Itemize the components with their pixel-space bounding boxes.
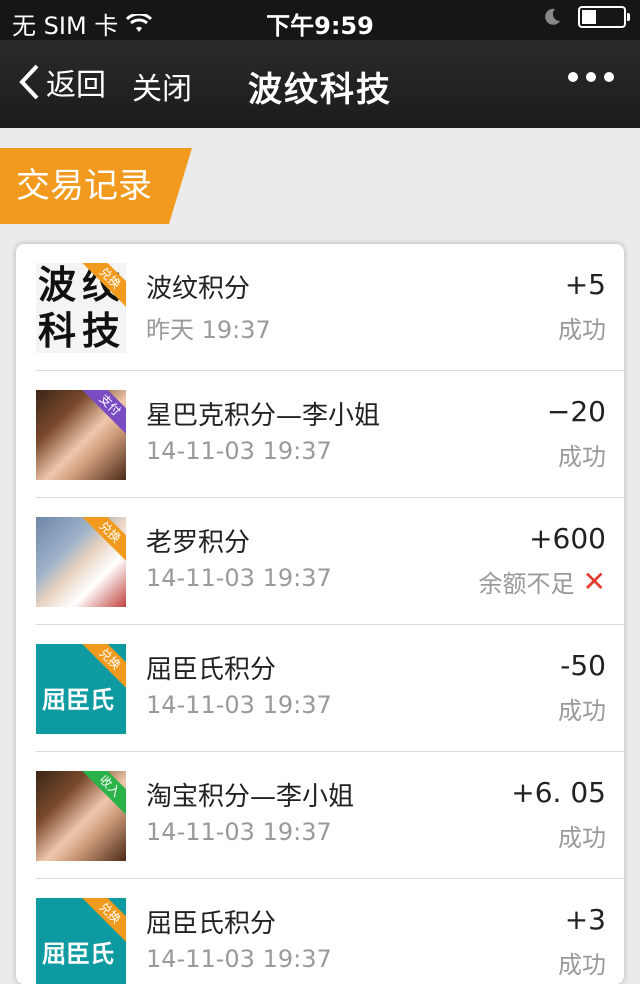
transaction-amount: -50: [560, 649, 606, 682]
logo-text: 屈臣氏: [42, 940, 114, 968]
transaction-status: 成功: [558, 818, 606, 853]
avatar: 兑换: [36, 517, 126, 607]
transaction-status: 成功: [558, 310, 606, 345]
avatar: 屈臣氏 兑换: [36, 898, 126, 984]
transaction-date: 14-11-03 19:37: [146, 437, 332, 465]
status-label: 成功: [558, 316, 606, 344]
logo-char: 技: [82, 309, 121, 353]
transaction-date: 14-11-03 19:37: [146, 818, 332, 846]
close-x-icon: ✕: [582, 564, 606, 598]
transaction-name: 星巴克积分—李小姐: [146, 401, 381, 431]
transaction-name: 屈臣氏积分: [146, 655, 277, 685]
status-label: 成功: [558, 824, 606, 852]
more-dot-icon: [604, 72, 614, 82]
status-bar: 无 SIM 卡 下午9:59: [0, 0, 640, 40]
moon-icon: [545, 8, 560, 25]
transaction-row[interactable]: 兑换 老罗积分 14-11-03 19:37 +600 余额不足 ✕: [36, 498, 624, 625]
transaction-name: 老罗积分: [146, 528, 251, 558]
transaction-row[interactable]: 收入 淘宝积分—李小姐 14-11-03 19:37 +6. 05 成功: [36, 752, 624, 879]
transaction-name: 淘宝积分—李小姐: [146, 782, 355, 812]
avatar: 波 纹 科 技 兑换: [36, 263, 126, 353]
avatar: 屈臣氏 兑换: [36, 644, 126, 734]
transaction-date: 昨天 19:37: [146, 316, 271, 344]
transaction-date: 14-11-03 19:37: [146, 564, 332, 592]
logo-char: 波: [38, 263, 77, 307]
avatar: 收入: [36, 771, 126, 861]
transaction-row[interactable]: 支付 星巴克积分—李小姐 14-11-03 19:37 −20 成功: [36, 371, 624, 498]
status-label: 成功: [558, 697, 606, 725]
logo-char: 科: [38, 309, 77, 353]
section-title: 交易记录: [0, 148, 192, 224]
battery-icon: [578, 6, 630, 28]
avatar: 支付: [36, 390, 126, 480]
transaction-status: 成功: [558, 437, 606, 472]
transaction-row[interactable]: 屈臣氏 兑换 屈臣氏积分 14-11-03 19:37 +3 成功: [36, 879, 624, 984]
logo-text: 屈臣氏: [42, 686, 114, 714]
transaction-date: 14-11-03 19:37: [146, 691, 332, 719]
status-label: 余额不足: [478, 570, 575, 598]
transaction-row[interactable]: 屈臣氏 兑换 屈臣氏积分 14-11-03 19:37 -50 成功: [36, 625, 624, 752]
transaction-amount: −20: [546, 395, 606, 428]
transaction-amount: +3: [564, 903, 606, 936]
transaction-status: 成功: [558, 691, 606, 726]
transaction-amount: +5: [564, 268, 606, 301]
status-label: 成功: [558, 443, 606, 471]
transaction-status: 成功: [558, 945, 606, 980]
more-dot-icon: [586, 72, 596, 82]
more-menu-button[interactable]: [568, 72, 614, 82]
transaction-amount: +600: [529, 522, 606, 555]
status-right: [542, 6, 630, 28]
transaction-name: 屈臣氏积分: [146, 909, 277, 939]
transaction-row[interactable]: 波 纹 科 技 兑换 波纹积分 昨天 19:37 +5 成功: [36, 244, 624, 371]
status-label: 成功: [558, 951, 606, 979]
transaction-date: 14-11-03 19:37: [146, 945, 332, 973]
transaction-name: 波纹积分: [146, 274, 251, 304]
nav-bar: 返回 关闭 波纹科技: [0, 40, 640, 128]
transaction-status: 余额不足 ✕: [479, 564, 606, 599]
more-dot-icon: [568, 72, 578, 82]
transaction-list: 波 纹 科 技 兑换 波纹积分 昨天 19:37 +5 成功 支付 星巴克积分—…: [16, 244, 624, 984]
transaction-amount: +6. 05: [511, 776, 606, 809]
page-title: 波纹科技: [248, 70, 392, 110]
